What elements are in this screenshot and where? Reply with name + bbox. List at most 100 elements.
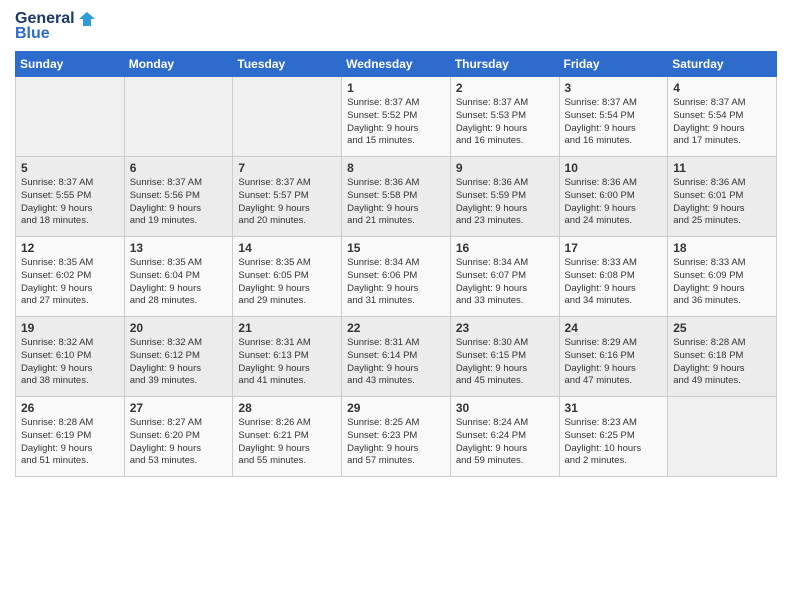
calendar-cell: 6Sunrise: 8:37 AMSunset: 5:56 PMDaylight… xyxy=(124,157,233,237)
weekday-header-tuesday: Tuesday xyxy=(233,52,342,77)
day-number: 16 xyxy=(456,241,554,255)
calendar-cell: 13Sunrise: 8:35 AMSunset: 6:04 PMDayligh… xyxy=(124,237,233,317)
day-info: Sunrise: 8:28 AMSunset: 6:18 PMDaylight:… xyxy=(673,337,771,388)
calendar-cell: 8 Sunrise: 8:36 AMSunset: 5:58 PMDaylight… xyxy=(342,157,451,237)
day-number: 7 xyxy=(238,161,336,175)
weekday-header-wednesday: Wednesday xyxy=(342,52,451,77)
day-number: 22 xyxy=(347,321,445,335)
calendar-cell: 7Sunrise: 8:37 AMSunset: 5:57 PMDaylight… xyxy=(233,157,342,237)
day-number: 24 xyxy=(565,321,663,335)
day-number: 1 xyxy=(347,81,445,95)
day-number: 30 xyxy=(456,401,554,415)
day-number: 20 xyxy=(130,321,228,335)
calendar-cell: 24 Sunrise: 8:29 AMSunset: 6:16 PMDayligh… xyxy=(559,317,668,397)
calendar-cell: 14 Sunrise: 8:35 AMSunset: 6:05 PMDayligh… xyxy=(233,237,342,317)
day-number: 10 xyxy=(565,161,663,175)
day-info: Sunrise: 8:34 AMSunset: 6:07 PMDaylight:… xyxy=(456,257,554,308)
day-number: 25 xyxy=(673,321,771,335)
calendar-cell xyxy=(16,77,125,157)
calendar-cell: 5 Sunrise: 8:37 AMSunset: 5:55 PMDaylight… xyxy=(16,157,125,237)
weekday-header-thursday: Thursday xyxy=(450,52,559,77)
day-number: 8 xyxy=(347,161,445,175)
day-number: 2 xyxy=(456,81,554,95)
day-number: 5 xyxy=(21,161,119,175)
weekday-header-saturday: Saturday xyxy=(668,52,777,77)
week-row-3: 12 Sunrise: 8:35 AMSunset: 6:02 PMDayligh… xyxy=(16,237,777,317)
day-info: Sunrise: 8:31 AMSunset: 6:14 PMDaylight:… xyxy=(347,337,445,388)
day-number: 14 xyxy=(238,241,336,255)
day-info: Sunrise: 8:27 AMSunset: 6:20 PMDaylight:… xyxy=(130,417,228,468)
day-number: 19 xyxy=(21,321,119,335)
day-info: Sunrise: 8:37 AMSunset: 5:54 PMDaylight:… xyxy=(673,97,771,148)
weekday-header-row: SundayMondayTuesdayWednesdayThursdayFrid… xyxy=(16,52,777,77)
day-info: Sunrise: 8:35 AMSunset: 6:02 PMDaylight:… xyxy=(21,257,119,308)
day-info: Sunrise: 8:23 AMSunset: 6:25 PMDaylight:… xyxy=(565,417,663,468)
day-number: 4 xyxy=(673,81,771,95)
day-info: Sunrise: 8:37 AMSunset: 5:55 PMDaylight:… xyxy=(21,177,119,228)
day-number: 3 xyxy=(565,81,663,95)
calendar-cell: 22 Sunrise: 8:31 AMSunset: 6:14 PMDayligh… xyxy=(342,317,451,397)
day-number: 13 xyxy=(130,241,228,255)
calendar-cell: 10 Sunrise: 8:36 AMSunset: 6:00 PMDayligh… xyxy=(559,157,668,237)
calendar-cell: 29Sunrise: 8:25 AMSunset: 6:23 PMDayligh… xyxy=(342,397,451,477)
calendar-cell: 25 Sunrise: 8:28 AMSunset: 6:18 PMDayligh… xyxy=(668,317,777,397)
calendar-cell: 26 Sunrise: 8:28 AMSunset: 6:19 PMDayligh… xyxy=(16,397,125,477)
day-number: 9 xyxy=(456,161,554,175)
day-info: Sunrise: 8:35 AMSunset: 6:05 PMDaylight:… xyxy=(238,257,336,308)
day-number: 17 xyxy=(565,241,663,255)
day-info: Sunrise: 8:33 AMSunset: 6:08 PMDaylight:… xyxy=(565,257,663,308)
day-info: Sunrise: 8:37 AMSunset: 5:54 PMDaylight:… xyxy=(565,97,663,148)
day-info: Sunrise: 8:32 AMSunset: 6:10 PMDaylight:… xyxy=(21,337,119,388)
logo-blue: Blue xyxy=(15,25,50,43)
day-number: 15 xyxy=(347,241,445,255)
day-number: 29 xyxy=(347,401,445,415)
calendar-cell: 15 Sunrise: 8:34 AMSunset: 6:06 PMDayligh… xyxy=(342,237,451,317)
day-info: Sunrise: 8:26 AMSunset: 6:21 PMDaylight:… xyxy=(238,417,336,468)
calendar-cell: 28 Sunrise: 8:26 AMSunset: 6:21 PMDayligh… xyxy=(233,397,342,477)
day-number: 11 xyxy=(673,161,771,175)
calendar-cell: 30 Sunrise: 8:24 AMSunset: 6:24 PMDayligh… xyxy=(450,397,559,477)
calendar-cell: 4 Sunrise: 8:37 AMSunset: 5:54 PMDaylight… xyxy=(668,77,777,157)
header: General Blue xyxy=(15,10,777,43)
day-info: Sunrise: 8:29 AMSunset: 6:16 PMDaylight:… xyxy=(565,337,663,388)
calendar-cell xyxy=(668,397,777,477)
calendar-cell: 23Sunrise: 8:30 AMSunset: 6:15 PMDayligh… xyxy=(450,317,559,397)
day-number: 27 xyxy=(130,401,228,415)
calendar-cell: 21 Sunrise: 8:31 AMSunset: 6:13 PMDayligh… xyxy=(233,317,342,397)
day-number: 21 xyxy=(238,321,336,335)
weekday-header-sunday: Sunday xyxy=(16,52,125,77)
page-container: General Blue SundayMondayTuesdayWednesda… xyxy=(0,0,792,487)
day-info: Sunrise: 8:36 AMSunset: 5:58 PMDaylight:… xyxy=(347,177,445,228)
calendar-cell: 3 Sunrise: 8:37 AMSunset: 5:54 PMDaylight… xyxy=(559,77,668,157)
day-number: 18 xyxy=(673,241,771,255)
calendar-cell: 19 Sunrise: 8:32 AMSunset: 6:10 PMDayligh… xyxy=(16,317,125,397)
calendar-cell: 17 Sunrise: 8:33 AMSunset: 6:08 PMDayligh… xyxy=(559,237,668,317)
day-info: Sunrise: 8:34 AMSunset: 6:06 PMDaylight:… xyxy=(347,257,445,308)
day-info: Sunrise: 8:36 AMSunset: 6:00 PMDaylight:… xyxy=(565,177,663,228)
calendar-cell: 2 Sunrise: 8:37 AMSunset: 5:53 PMDaylight… xyxy=(450,77,559,157)
day-info: Sunrise: 8:30 AMSunset: 6:15 PMDaylight:… xyxy=(456,337,554,388)
day-info: Sunrise: 8:36 AMSunset: 5:59 PMDaylight:… xyxy=(456,177,554,228)
logo: General Blue xyxy=(15,10,95,43)
day-info: Sunrise: 8:31 AMSunset: 6:13 PMDaylight:… xyxy=(238,337,336,388)
day-info: Sunrise: 8:33 AMSunset: 6:09 PMDaylight:… xyxy=(673,257,771,308)
day-number: 12 xyxy=(21,241,119,255)
day-info: Sunrise: 8:24 AMSunset: 6:24 PMDaylight:… xyxy=(456,417,554,468)
calendar-cell: 20 Sunrise: 8:32 AMSunset: 6:12 PMDayligh… xyxy=(124,317,233,397)
day-info: Sunrise: 8:32 AMSunset: 6:12 PMDaylight:… xyxy=(130,337,228,388)
calendar-cell: 27 Sunrise: 8:27 AMSunset: 6:20 PMDayligh… xyxy=(124,397,233,477)
day-info: Sunrise: 8:37 AMSunset: 5:52 PMDaylight:… xyxy=(347,97,445,148)
calendar-cell xyxy=(124,77,233,157)
week-row-5: 26 Sunrise: 8:28 AMSunset: 6:19 PMDayligh… xyxy=(16,397,777,477)
weekday-header-monday: Monday xyxy=(124,52,233,77)
week-row-1: 1 Sunrise: 8:37 AMSunset: 5:52 PMDaylight… xyxy=(16,77,777,157)
week-row-2: 5 Sunrise: 8:37 AMSunset: 5:55 PMDaylight… xyxy=(16,157,777,237)
day-info: Sunrise: 8:37 AMSunset: 5:53 PMDaylight:… xyxy=(456,97,554,148)
day-number: 28 xyxy=(238,401,336,415)
calendar-cell: 9 Sunrise: 8:36 AMSunset: 5:59 PMDaylight… xyxy=(450,157,559,237)
week-row-4: 19 Sunrise: 8:32 AMSunset: 6:10 PMDayligh… xyxy=(16,317,777,397)
calendar-table: SundayMondayTuesdayWednesdayThursdayFrid… xyxy=(15,51,777,477)
day-info: Sunrise: 8:28 AMSunset: 6:19 PMDaylight:… xyxy=(21,417,119,468)
day-number: 26 xyxy=(21,401,119,415)
day-info: Sunrise: 8:36 AMSunset: 6:01 PMDaylight:… xyxy=(673,177,771,228)
